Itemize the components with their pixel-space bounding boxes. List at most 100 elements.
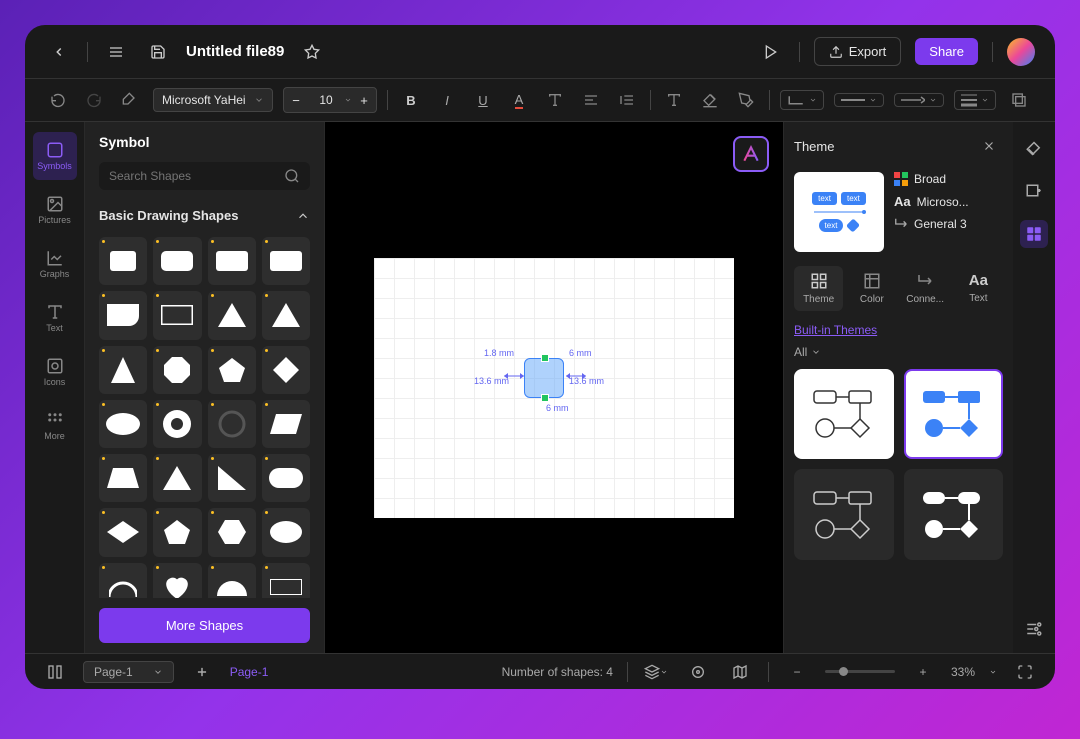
shape-trapezoid[interactable] (99, 454, 147, 502)
theme-tab-connector[interactable]: Conne... (901, 266, 950, 311)
shape-frame[interactable] (153, 291, 201, 339)
line-spacing-button[interactable] (614, 87, 640, 113)
fill-tool[interactable] (1020, 136, 1048, 164)
text-tool[interactable] (661, 87, 687, 113)
shape-diamond2[interactable] (99, 508, 147, 556)
shape-heart[interactable] (153, 563, 201, 599)
shape-ring[interactable] (208, 400, 256, 448)
add-note[interactable] (1020, 178, 1048, 206)
underline-button[interactable]: U (470, 87, 496, 113)
target-icon[interactable] (684, 658, 712, 686)
shape-diamond[interactable] (262, 346, 310, 394)
page-tab[interactable]: Page-1 (230, 665, 269, 679)
arrow-style[interactable] (894, 93, 944, 107)
play-button[interactable] (757, 38, 785, 66)
italic-button[interactable]: I (434, 87, 460, 113)
theme-tab-theme[interactable]: Theme (794, 266, 843, 311)
shape-triangle3[interactable] (99, 346, 147, 394)
search-input[interactable] (109, 169, 284, 183)
page-canvas[interactable]: 1.8 mm 6 mm 13.6 mm 13.6 mm 6 mm (374, 258, 734, 518)
export-button[interactable]: Export (814, 37, 902, 66)
shape-snip[interactable] (99, 291, 147, 339)
shape-donut[interactable] (153, 400, 201, 448)
apps-button[interactable] (1020, 220, 1048, 248)
zoom-out-button[interactable]: − (783, 658, 811, 686)
rail-graphs[interactable]: Graphs (33, 240, 77, 288)
shape-rect[interactable] (262, 563, 310, 599)
shape-square[interactable] (99, 237, 147, 285)
menu-button[interactable] (102, 38, 130, 66)
layers-icon[interactable] (642, 658, 670, 686)
zoom-slider[interactable] (825, 670, 895, 673)
text-size-button[interactable] (542, 87, 568, 113)
layers-button[interactable] (1006, 87, 1032, 113)
fullscreen-button[interactable] (1011, 658, 1039, 686)
bold-button[interactable]: B (398, 87, 424, 113)
theme-filter[interactable]: All (794, 345, 1003, 359)
shape-ellipse2[interactable] (262, 508, 310, 556)
line-style[interactable] (834, 93, 884, 107)
shape-right-triangle[interactable] (208, 454, 256, 502)
more-shapes-button[interactable]: More Shapes (99, 608, 310, 643)
font-color-button[interactable]: A (506, 87, 532, 113)
redo-button[interactable] (81, 87, 107, 113)
star-button[interactable] (298, 38, 326, 66)
zoom-in-button[interactable]: + (909, 658, 937, 686)
shape-pentagon[interactable] (208, 346, 256, 394)
selected-shape[interactable] (524, 358, 564, 398)
map-icon[interactable] (726, 658, 754, 686)
font-size-value[interactable]: 10 (308, 93, 344, 107)
close-panel-button[interactable] (975, 132, 1003, 160)
rail-icons[interactable]: Icons (33, 348, 77, 396)
save-icon[interactable] (144, 38, 172, 66)
canvas-area[interactable]: 1.8 mm 6 mm 13.6 mm 13.6 mm 6 mm (325, 122, 783, 653)
font-size-control[interactable]: − 10 + (283, 87, 377, 113)
zoom-value[interactable]: 33% (951, 665, 975, 679)
theme-card[interactable] (794, 469, 894, 559)
align-button[interactable] (578, 87, 604, 113)
theme-tab-text[interactable]: AaText (954, 266, 1003, 311)
rail-text[interactable]: Text (33, 294, 77, 342)
shape-hexagon[interactable] (208, 508, 256, 556)
theme-tab-color[interactable]: Color (847, 266, 896, 311)
line-weight[interactable] (954, 90, 996, 110)
theme-card[interactable] (794, 369, 894, 459)
shape-roundrect[interactable] (153, 237, 201, 285)
shape-arc[interactable] (99, 563, 147, 599)
add-page-button[interactable] (188, 658, 216, 686)
settings-toggle[interactable] (1020, 615, 1048, 643)
fill-color-button[interactable] (697, 87, 723, 113)
ai-assistant-button[interactable] (733, 136, 769, 172)
shape-pentagon2[interactable] (153, 508, 201, 556)
shape-roundrect3[interactable] (262, 237, 310, 285)
section-header[interactable]: Basic Drawing Shapes (85, 200, 324, 231)
connector-type[interactable] (780, 90, 824, 110)
decrease-size[interactable]: − (284, 88, 308, 112)
builtin-themes-link[interactable]: Built-in Themes (794, 323, 1003, 337)
shape-parallelogram[interactable] (262, 400, 310, 448)
shape-octagon[interactable] (153, 346, 201, 394)
search-box[interactable] (99, 162, 310, 190)
font-select[interactable]: Microsoft YaHei (153, 88, 273, 112)
user-avatar[interactable] (1007, 38, 1035, 66)
shape-roundrect2[interactable] (208, 237, 256, 285)
back-button[interactable] (45, 38, 73, 66)
undo-button[interactable] (45, 87, 71, 113)
shape-triangle[interactable] (208, 291, 256, 339)
shape-pill[interactable] (262, 454, 310, 502)
theme-card[interactable] (904, 469, 1004, 559)
rail-more[interactable]: More (33, 402, 77, 450)
theme-card[interactable] (904, 369, 1004, 459)
increase-size[interactable]: + (352, 88, 376, 112)
format-painter[interactable] (117, 87, 143, 113)
page-layout-icon[interactable] (41, 658, 69, 686)
stroke-color-button[interactable] (733, 87, 759, 113)
shape-semicircle[interactable] (208, 563, 256, 599)
page-selector[interactable]: Page-1 (83, 661, 174, 683)
rail-pictures[interactable]: Pictures (33, 186, 77, 234)
shape-triangle4[interactable] (153, 454, 201, 502)
share-button[interactable]: Share (915, 38, 978, 65)
rail-symbols[interactable]: Symbols (33, 132, 77, 180)
shape-triangle2[interactable] (262, 291, 310, 339)
shape-ellipse[interactable] (99, 400, 147, 448)
